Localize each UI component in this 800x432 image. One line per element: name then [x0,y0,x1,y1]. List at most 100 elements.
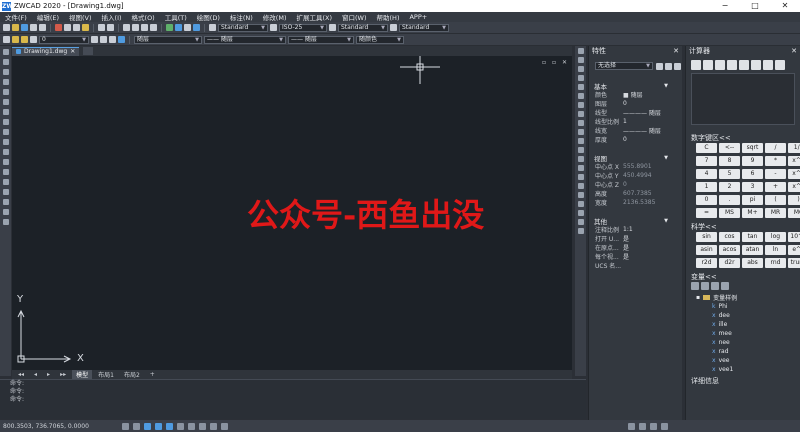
numpad-key[interactable]: 9 [742,156,763,166]
numpad-key[interactable]: 8 [719,156,740,166]
menu-format[interactable]: 格式(O) [127,12,160,22]
table-icon[interactable] [2,209,9,215]
scientific-key[interactable]: cos [719,232,740,242]
menu-modify[interactable]: 修改(M) [258,12,292,22]
scientific-key[interactable]: r2d [696,258,717,268]
numpad-section-title[interactable]: 数字键区<< [686,133,800,143]
open-icon[interactable] [12,24,19,31]
color-dropdown[interactable]: 随层 ▼ [134,35,202,44]
spline-icon[interactable] [2,129,9,135]
lineweight-dropdown[interactable]: —— 随层 ▼ [288,35,354,44]
layer-bulb-icon[interactable] [12,36,19,43]
move-icon[interactable] [577,93,584,99]
delete-variable-icon[interactable] [711,282,719,290]
close-tab-icon[interactable]: ✕ [70,48,75,55]
variable-item[interactable]: x vee1 [696,365,800,374]
workspace-icon[interactable] [639,422,646,430]
numpad-key[interactable]: . [719,195,740,205]
polar-tracking-icon[interactable] [155,422,162,430]
clean-screen-icon[interactable] [661,422,668,430]
prop-row[interactable]: 线型比例 1 [589,117,682,126]
scientific-key[interactable]: e^x [788,245,800,255]
scale-icon[interactable] [577,111,584,117]
undo-icon[interactable] [98,24,105,31]
scientific-key[interactable]: ln [765,245,786,255]
numpad-key[interactable]: 2 [719,182,740,192]
grid-mode-icon[interactable] [133,422,140,430]
chamfer-icon[interactable] [577,174,584,180]
prop-row[interactable]: 中心点 X 555.8901 [589,162,682,171]
calculator-display[interactable] [691,73,795,125]
numpad-key[interactable]: M+ [742,208,763,218]
variable-item[interactable]: x rad [696,347,800,356]
calculator-icon[interactable] [193,24,200,31]
offset-icon[interactable] [577,75,584,81]
prop-row[interactable]: 线型 ———— 随层 [589,108,682,117]
paste-icon[interactable] [73,24,80,31]
collapse-icon[interactable]: ▪ [696,294,700,301]
paste-value-icon[interactable] [763,60,773,70]
cut-icon[interactable] [55,24,62,31]
prop-row[interactable]: UCS 名... [589,261,682,270]
selection-cycling-icon[interactable] [221,422,228,430]
numpad-key[interactable]: 4 [696,169,717,179]
point-icon[interactable] [2,179,9,185]
fillet-icon[interactable] [577,183,584,189]
layer-previous-icon[interactable] [100,36,107,43]
prop-row[interactable]: 线宽 ———— 随层 [589,126,682,135]
numpad-key[interactable]: 0 [696,195,717,205]
variable-item[interactable]: k Phi [696,302,800,311]
command-prompt[interactable]: 命令: [0,396,586,404]
mtext-icon[interactable] [2,219,9,225]
array-icon[interactable] [577,84,584,90]
new-icon[interactable] [3,24,10,31]
xline-icon[interactable] [2,59,9,65]
make-block-icon[interactable] [2,169,9,175]
tab-layout2[interactable]: 布局2 [120,370,144,379]
quick-properties-icon[interactable] [210,422,217,430]
layer-lock-icon[interactable] [30,36,37,43]
revcloud-icon[interactable] [2,119,9,125]
next-tab-button[interactable]: ▸ [43,371,54,378]
scientific-section-title[interactable]: 科学<< [686,222,800,232]
tab-layout1[interactable]: 布局1 [94,370,118,379]
variable-item[interactable]: x dee [696,311,800,320]
prop-row[interactable]: 打开 U... 是 [589,234,682,243]
match-properties-icon[interactable] [82,24,89,31]
lengthen-icon[interactable] [577,129,584,135]
clear-icon[interactable] [691,60,701,70]
new-tab-button[interactable] [83,47,94,55]
menu-view[interactable]: 视图(V) [64,12,97,22]
hatch-icon[interactable] [2,189,9,195]
scientific-key[interactable]: acos [719,245,740,255]
numpad-key[interactable]: sqrt [742,143,763,153]
tab-drawing1[interactable]: Drawing1.dwg ✕ [12,46,80,56]
prop-row[interactable]: 宽度 2136.5385 [589,198,682,207]
variables-root[interactable]: ▪ 变量样例 [696,293,800,302]
ortho-mode-icon[interactable] [144,422,151,430]
numpad-key[interactable]: MC [788,208,800,218]
numpad-key[interactable]: 7 [696,156,717,166]
prop-row[interactable]: 中心点 Z0 [589,180,682,189]
save-icon[interactable] [21,24,28,31]
section-view[interactable]: 视图 ▼ [589,154,682,163]
numpad-key[interactable]: 6 [742,169,763,179]
zoom-window-icon[interactable] [141,24,148,31]
grid-icon[interactable] [577,219,584,225]
prop-row[interactable]: 高度 607.7385 [589,189,682,198]
menu-draw[interactable]: 绘图(D) [192,12,225,22]
region-icon[interactable] [2,199,9,205]
multileader-style-dropdown[interactable]: Standard ▼ [399,23,449,32]
polyline-icon[interactable] [2,69,9,75]
prev-tab-button[interactable]: ◂ [30,371,41,378]
numpad-key[interactable]: ) [788,195,800,205]
prop-row[interactable]: 颜色 ■ 随层 [589,90,682,99]
section-basic[interactable]: 基本 ▼ [589,82,682,91]
layer-match-icon[interactable] [118,36,125,43]
numpad-key[interactable]: <-- [719,143,740,153]
scientific-key[interactable]: rnd [765,258,786,268]
trim-icon[interactable] [577,138,584,144]
variable-item[interactable]: x ille [696,320,800,329]
menu-dimension[interactable]: 标注(N) [225,12,258,22]
print-icon[interactable] [30,24,37,31]
